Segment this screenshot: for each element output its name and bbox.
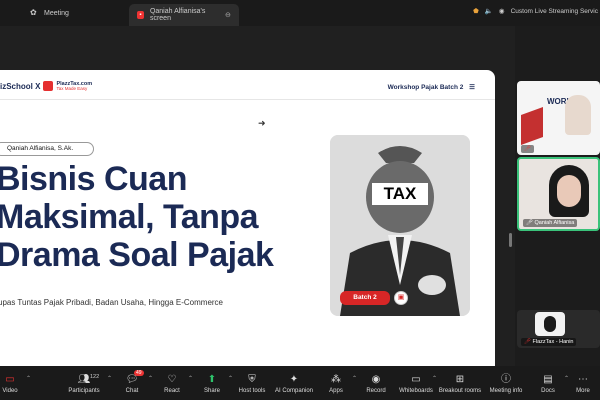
mic-off-icon-3: 🎤︎: [524, 339, 533, 345]
video-label: Video: [2, 388, 18, 394]
chat-label: Chat: [125, 388, 139, 394]
record-label: Record: [366, 388, 386, 394]
participant-count: 122: [90, 374, 100, 380]
breakout-icon: ⊞: [455, 374, 465, 385]
participant-tile-2[interactable]: 🎤︎ Qaniah Alfianisa: [517, 157, 600, 231]
share-icon: ⬆: [207, 374, 217, 385]
chat-unread-badge: 49: [134, 370, 144, 376]
react-icon: ♡: [167, 374, 177, 385]
docs-icon: ▤: [543, 374, 553, 385]
whiteboards-label: Whiteboards: [399, 388, 433, 394]
workshop-label: Workshop Pajak Batch 2 ☰: [388, 83, 475, 91]
chat-button[interactable]: 💬︎ Chat 49 ⌃: [112, 370, 153, 394]
tab-meeting[interactable]: ✿ Meeting: [22, 3, 77, 23]
participant-name-3: 🎤︎ FlazzTax - Hanin: [521, 338, 577, 346]
tile-1-red-shape: [521, 106, 543, 146]
participants-label: Participants: [68, 388, 100, 394]
avatar-1: [565, 95, 591, 135]
brand-text: izSchool X: [0, 81, 41, 91]
workshop-label-text: Workshop Pajak Batch 2: [387, 84, 464, 91]
whiteboard-icon: ▭: [411, 374, 421, 385]
headline-line-3: Drama Soal Pajak: [0, 236, 274, 274]
speaker-pill: Qaniah Alfianisa, S.Ak.: [0, 142, 94, 156]
presentation-slide: izSchool X PlazzTax.com Tax Made Easy Wo…: [0, 70, 495, 376]
share-app-icon: ▪: [136, 11, 144, 19]
brand-tagline: Tax Made Easy: [56, 86, 88, 91]
face-3: [544, 316, 556, 332]
headline-line-2: Maksimal, Tanpa: [0, 198, 259, 236]
tab-meeting-label: Meeting: [44, 9, 69, 17]
apps-icon: ⁂: [331, 374, 341, 385]
slide-headline: Bisnis Cuan Maksimal, Tanpa Drama Soal P…: [0, 160, 274, 274]
participant-name-2: 🎤︎ Qaniah Alfianisa: [523, 219, 578, 227]
docs-button[interactable]: ▤ Docs ⌃: [528, 374, 569, 394]
slide-tagline: upas Tuntas Pajak Pribadi, Badan Usaha, …: [0, 298, 224, 307]
host-tools-label: Host tools: [238, 388, 266, 394]
participants-button[interactable]: 👥︎ Participants 122 ⌃: [64, 374, 112, 394]
shield-status-icon[interactable]: ⬟: [473, 7, 479, 15]
meeting-info-label: Meeting info: [489, 388, 523, 394]
panel-resize-handle[interactable]: [509, 233, 512, 247]
react-button[interactable]: ♡ React ⌃: [152, 374, 193, 394]
face-2: [557, 175, 581, 207]
meeting-info-button[interactable]: ⓘ Meeting info: [484, 374, 528, 394]
mic-icon: 🎤︎: [526, 220, 535, 226]
brand-logo: izSchool X PlazzTax.com Tax Made Easy: [0, 81, 92, 91]
tax-label: TAX: [372, 183, 428, 205]
tab-shared-screen-label: Qaniah Alfianisa's screen: [149, 8, 206, 22]
host-tools-button[interactable]: ⛨ Host tools: [232, 374, 272, 394]
breakout-rooms-button[interactable]: ⊞ Breakout rooms: [436, 374, 484, 394]
more-label: More: [576, 388, 590, 394]
chevron-up-icon[interactable]: ⌃: [26, 375, 31, 382]
more-button[interactable]: ⋯ More: [568, 374, 598, 394]
record-button[interactable]: ◉ Record: [356, 374, 396, 394]
title-bar: ✿ Meeting ▪ Qaniah Alfianisa's screen ⊖ …: [0, 0, 600, 26]
sparkle-icon: ✦: [289, 374, 299, 385]
participant-name-2-text: Qaniah Alfianisa: [534, 220, 575, 226]
brand-partner-block: PlazzTax.com Tax Made Easy: [56, 81, 92, 91]
participants-side-panel: WORK 🎤︎ 🎤︎ Qaniah Alfianisa 🎤︎ FlazzTax …: [515, 26, 600, 366]
apps-button[interactable]: ⁂ Apps ⌃: [316, 374, 357, 394]
headline-line-1: Bisnis Cuan: [0, 160, 187, 198]
video-button[interactable]: ▭ Video ⌃: [0, 374, 31, 394]
video-off-icon: ▭: [5, 374, 15, 385]
participant-tile-1[interactable]: WORK 🎤︎: [517, 81, 600, 155]
tab-shared-screen[interactable]: ▪ Qaniah Alfianisa's screen ⊖: [128, 4, 239, 26]
participants-icon: 👥︎: [77, 374, 91, 385]
batch-badge: Batch 2: [340, 291, 390, 305]
businessman-tax-bag-image: [330, 135, 470, 316]
more-icon: ⋯: [578, 374, 588, 385]
breakout-rooms-label: Breakout rooms: [438, 388, 482, 394]
info-icon: ⓘ: [501, 374, 511, 385]
paw-icon: ✿: [30, 8, 37, 17]
streaming-label[interactable]: Custom Live Streaming Servic: [511, 8, 598, 15]
top-right-status: ⬟ 🔈 ◉ Custom Live Streaming Servic: [473, 7, 598, 16]
menu-lines-icon: ☰: [469, 84, 475, 91]
slide-header: izSchool X PlazzTax.com Tax Made Easy Wo…: [0, 70, 495, 100]
view-options-icon[interactable]: ⊖: [225, 11, 231, 19]
docs-label: Docs: [541, 388, 555, 394]
shared-screen-area: izSchool X PlazzTax.com Tax Made Easy Wo…: [0, 26, 515, 376]
sound-icon[interactable]: 🔈: [485, 7, 493, 15]
participant-tile-3[interactable]: 🎤︎ FlazzTax - Hanin: [517, 310, 600, 348]
mic-off-icon: 🎤︎: [521, 145, 534, 153]
stop-icon: ▣: [394, 291, 408, 305]
ai-companion-button[interactable]: ✦ AI Companion: [272, 374, 316, 394]
share-button[interactable]: ⬆ Share ⌃: [192, 374, 233, 394]
streaming-icon[interactable]: ◉: [499, 7, 505, 15]
arrow-right-icon: ➜: [258, 118, 266, 128]
participant-name-3-text: FlazzTax - Hanin: [532, 339, 574, 345]
share-label: Share: [203, 388, 220, 394]
whiteboards-button[interactable]: ▭ Whiteboards ⌃: [396, 374, 437, 394]
plazztax-logo-icon: [43, 81, 54, 91]
apps-label: Apps: [329, 388, 343, 394]
meeting-toolbar: ▭ Video ⌃ 👥︎ Participants 122 ⌃ 💬︎ Chat …: [0, 366, 600, 400]
react-label: React: [164, 388, 180, 394]
shield-icon: ⛨: [248, 374, 256, 385]
ai-companion-label: AI Companion: [274, 388, 314, 394]
record-icon: ◉: [371, 374, 381, 385]
tax-bag-illustration: TAX: [330, 135, 470, 316]
